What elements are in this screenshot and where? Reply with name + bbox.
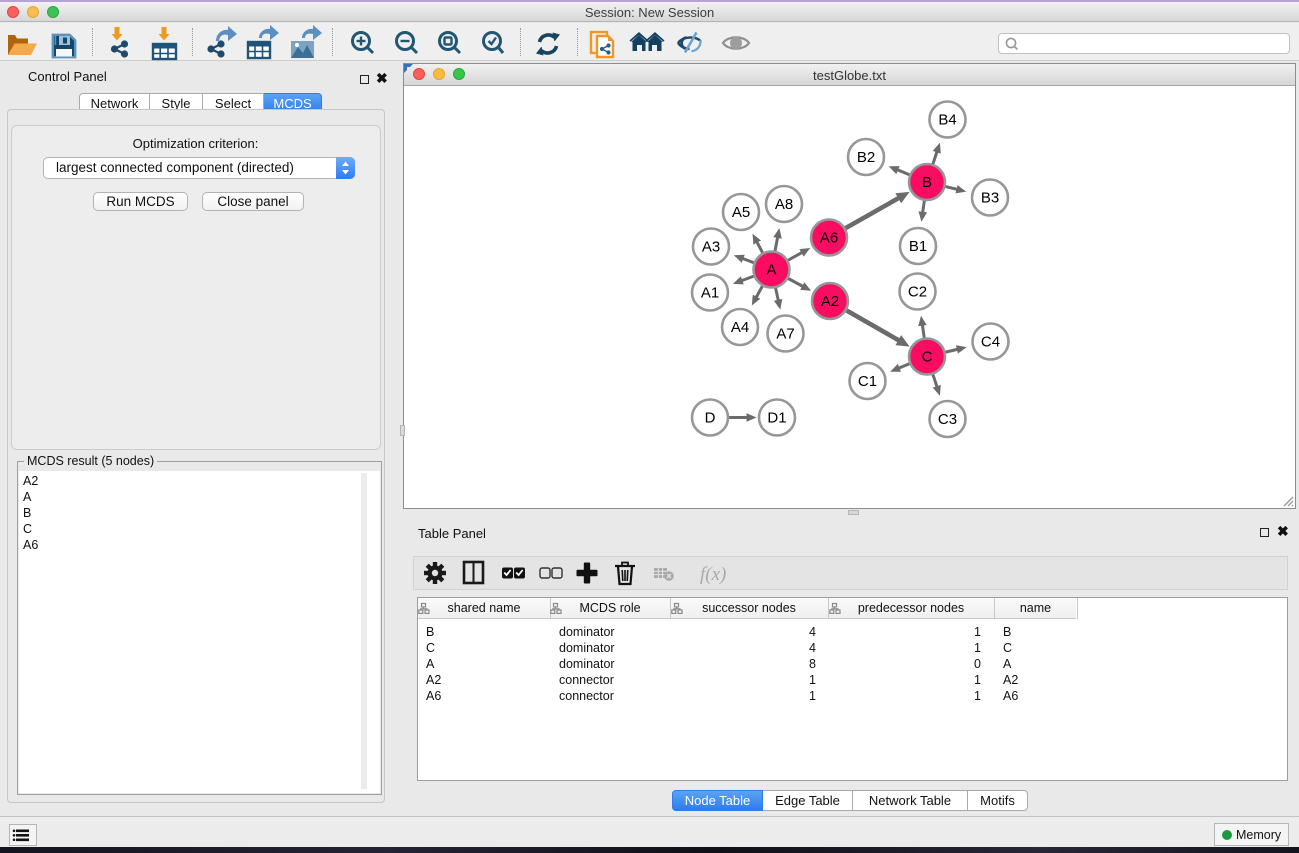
svg-text:A8: A8 bbox=[775, 196, 793, 213]
svg-text:A6: A6 bbox=[820, 230, 838, 247]
svg-text:A1: A1 bbox=[701, 285, 719, 302]
svg-text:B: B bbox=[922, 174, 932, 191]
svg-text:C2: C2 bbox=[908, 284, 927, 301]
svg-text:f(x): f(x) bbox=[700, 564, 726, 585]
svg-text:C4: C4 bbox=[981, 334, 1000, 351]
svg-text:B2: B2 bbox=[857, 149, 875, 166]
svg-text:D: D bbox=[705, 410, 716, 427]
svg-text:A4: A4 bbox=[731, 319, 749, 336]
svg-text:C1: C1 bbox=[858, 373, 877, 390]
svg-text:A3: A3 bbox=[702, 239, 720, 256]
svg-text:B4: B4 bbox=[938, 112, 956, 129]
svg-text:C3: C3 bbox=[938, 411, 957, 428]
svg-text:D1: D1 bbox=[767, 410, 786, 427]
svg-text:A: A bbox=[766, 262, 776, 279]
svg-text:A7: A7 bbox=[776, 326, 794, 343]
svg-text:B3: B3 bbox=[981, 190, 999, 207]
svg-text:B1: B1 bbox=[909, 238, 927, 255]
svg-text:A2: A2 bbox=[821, 293, 839, 310]
svg-text:C: C bbox=[922, 349, 933, 366]
svg-text:A5: A5 bbox=[732, 204, 750, 221]
